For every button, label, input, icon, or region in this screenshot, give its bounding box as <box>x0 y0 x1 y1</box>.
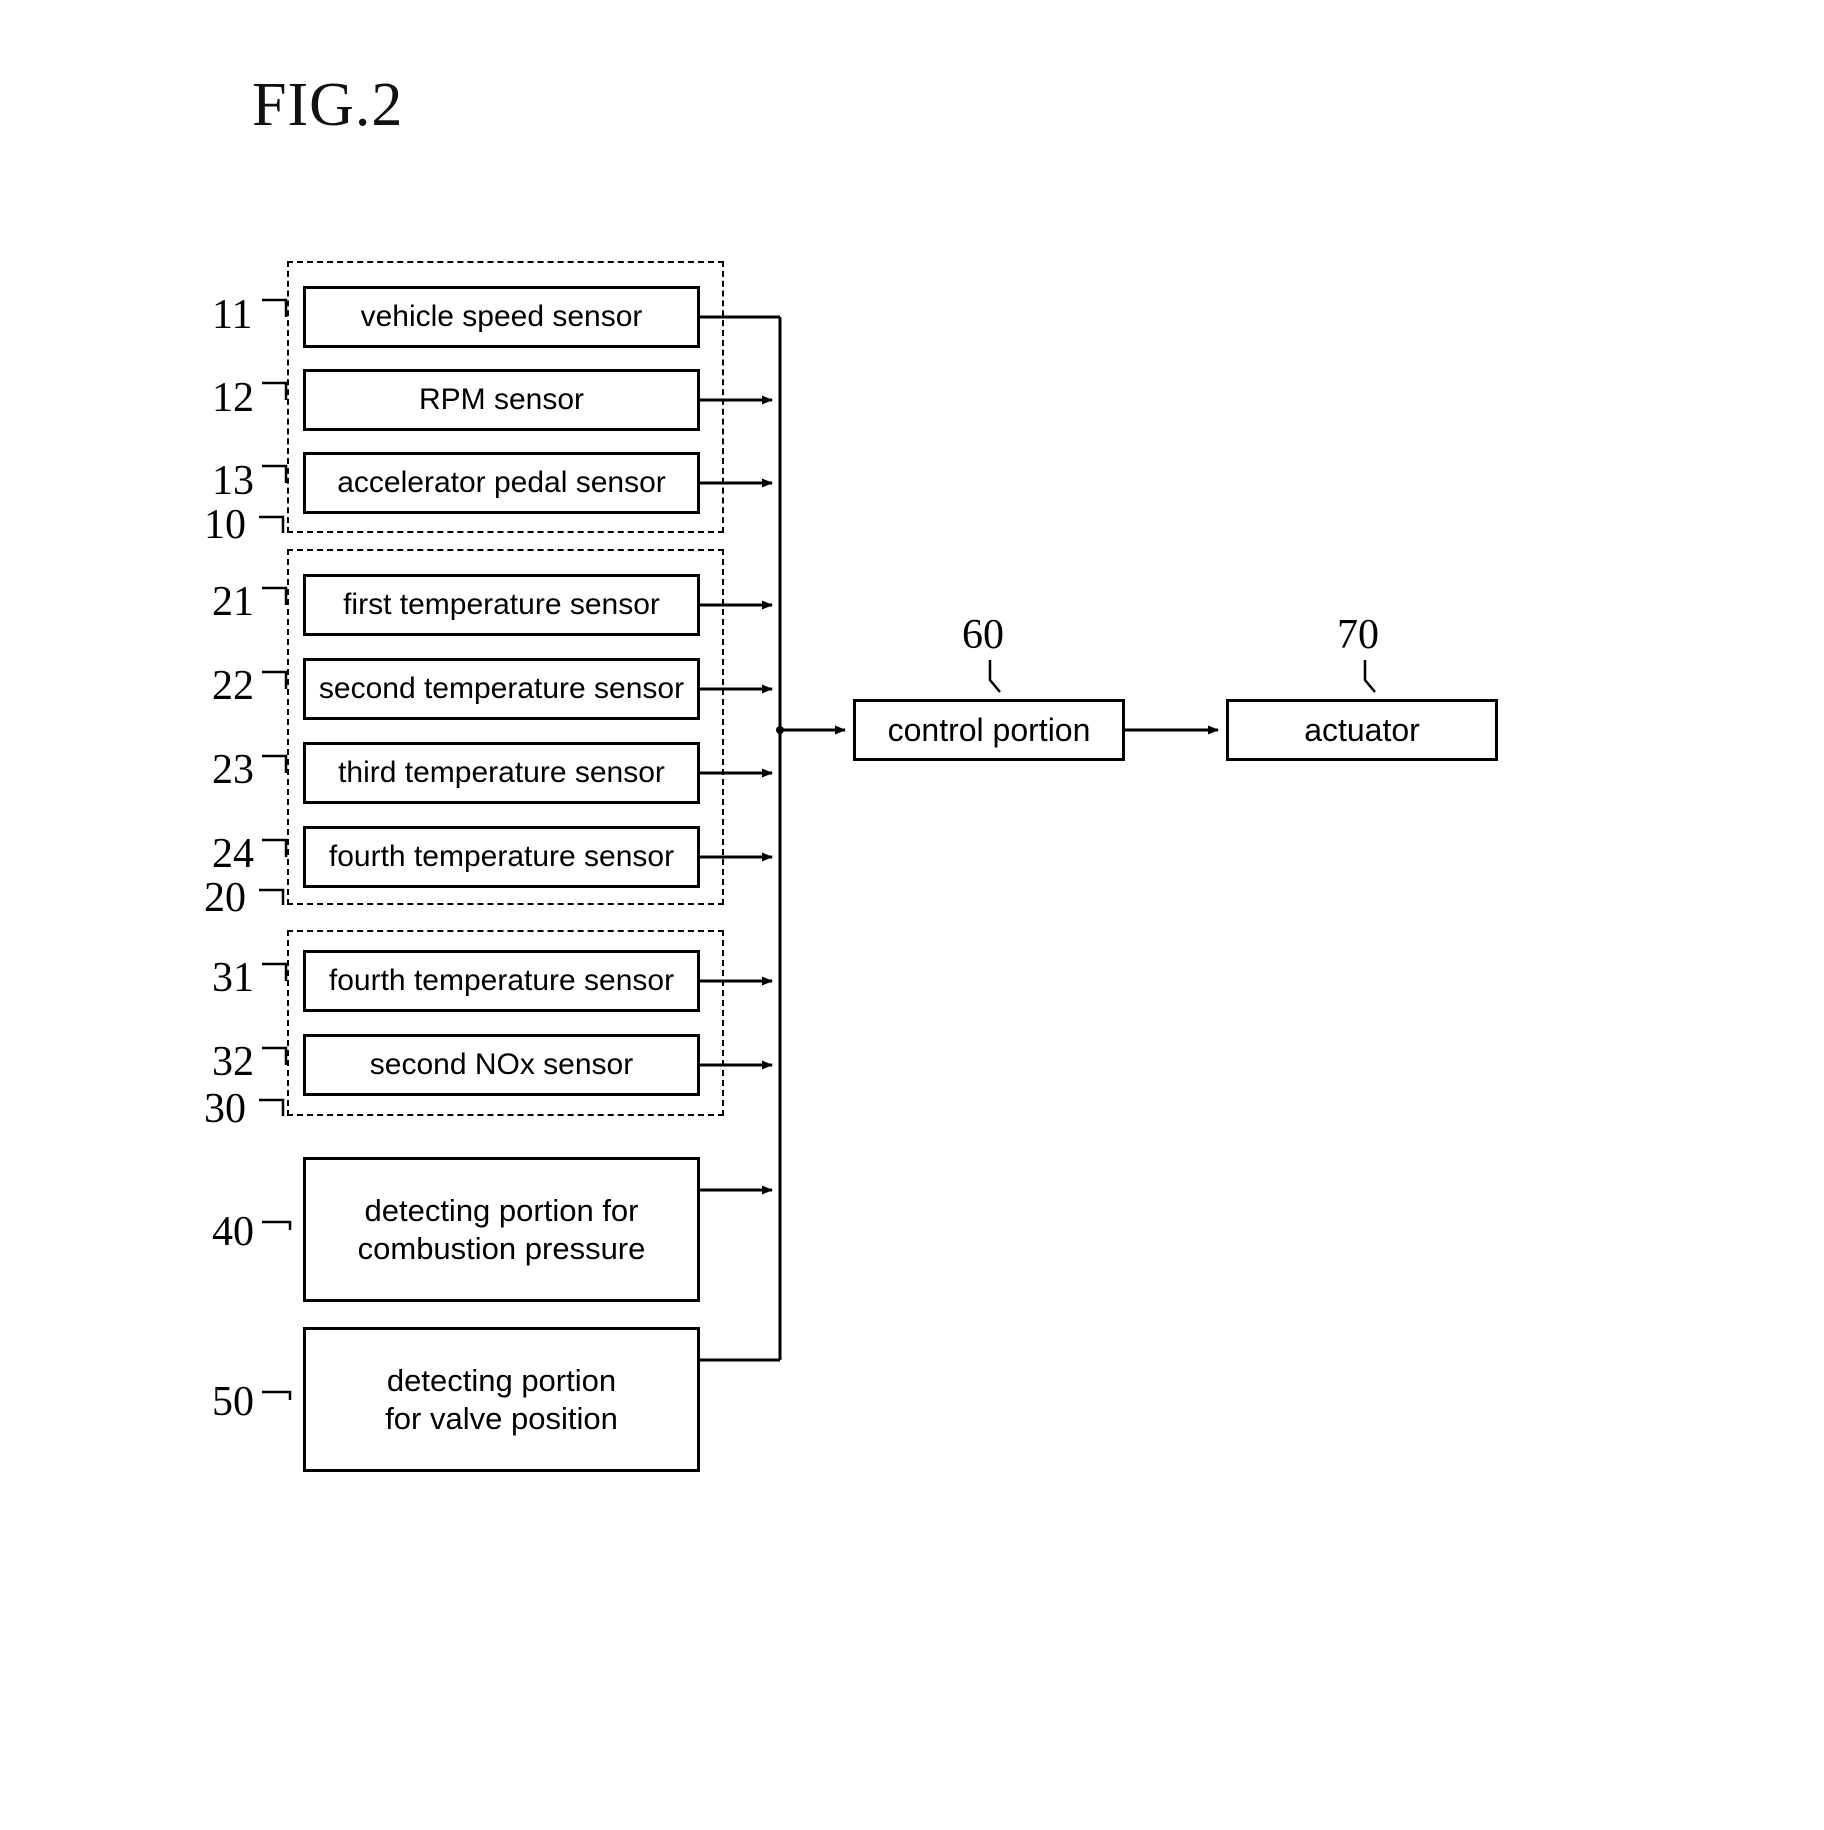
block-vehicle-speed-sensor[interactable]: vehicle speed sensor <box>303 286 700 348</box>
ref-numeral-11: 11 <box>212 292 253 338</box>
ref-numeral-23: 23 <box>212 747 254 793</box>
ref-numeral-20: 20 <box>204 875 246 921</box>
ref-numeral-30: 30 <box>204 1086 246 1132</box>
ref-numeral-31: 31 <box>212 955 254 1001</box>
ref-numeral-60: 60 <box>962 612 1004 658</box>
block-accelerator-pedal-sensor[interactable]: accelerator pedal sensor <box>303 452 700 514</box>
block-fourth-temperature-sensor-24[interactable]: fourth temperature sensor <box>303 826 700 888</box>
connector-lines <box>259 298 1376 1400</box>
block-rpm-sensor[interactable]: RPM sensor <box>303 369 700 431</box>
ref-numeral-24: 24 <box>212 831 254 877</box>
block-control-portion[interactable]: control portion <box>853 699 1125 761</box>
ref-numeral-70: 70 <box>1337 612 1379 658</box>
ref-numeral-50: 50 <box>212 1379 254 1425</box>
block-first-temperature-sensor[interactable]: first temperature sensor <box>303 574 700 636</box>
block-second-temperature-sensor[interactable]: second temperature sensor <box>303 658 700 720</box>
block-50-line-1: detecting portion <box>386 1362 617 1398</box>
block-fourth-temperature-sensor-31[interactable]: fourth temperature sensor <box>303 950 700 1012</box>
ref-numeral-10: 10 <box>204 502 246 548</box>
ref-numeral-40: 40 <box>212 1209 254 1255</box>
ref-numeral-12: 12 <box>212 375 254 421</box>
block-40-line-2: combustion pressure <box>357 1230 646 1266</box>
figure-2-block-diagram: FIG.2 vehicle speed sensor RPM sensor ac… <box>0 0 1824 1830</box>
figure-title: FIG.2 <box>252 71 404 139</box>
ref-numeral-13: 13 <box>212 458 254 504</box>
ref-numeral-22: 22 <box>212 663 254 709</box>
block-second-nox-sensor[interactable]: second NOx sensor <box>303 1034 700 1096</box>
block-actuator[interactable]: actuator <box>1226 699 1498 761</box>
ref-numeral-32: 32 <box>212 1039 254 1085</box>
block-40-line-1: detecting portion for <box>364 1192 639 1228</box>
block-detecting-portion-valve-position[interactable]: detecting portion for valve position <box>303 1327 700 1472</box>
block-50-line-2: for valve position <box>385 1400 618 1436</box>
ref-numeral-21: 21 <box>212 579 254 625</box>
block-detecting-portion-combustion-pressure[interactable]: detecting portion for combustion pressur… <box>303 1157 700 1302</box>
block-third-temperature-sensor[interactable]: third temperature sensor <box>303 742 700 804</box>
